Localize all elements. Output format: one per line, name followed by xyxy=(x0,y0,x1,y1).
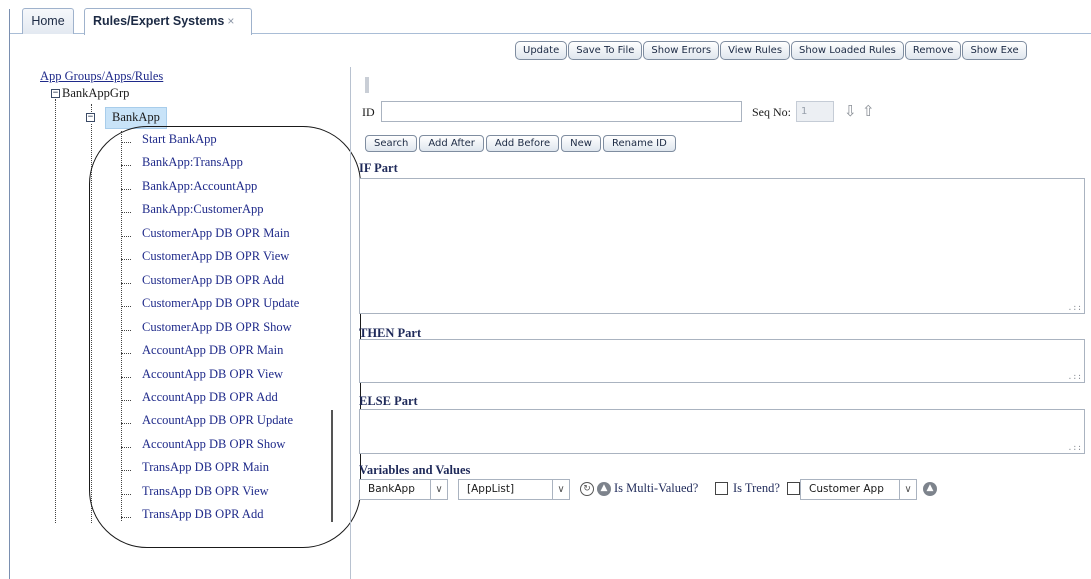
rule-actions: Search Add After Add Before New Rename ID xyxy=(365,133,678,152)
update-button[interactable]: Update xyxy=(515,41,568,60)
arrow-down-icon[interactable]: ⇩ xyxy=(844,104,857,119)
collapse-up-icon[interactable]: ▲ xyxy=(597,482,611,496)
tab-home-label: Home xyxy=(31,14,65,28)
else-part-textarea[interactable]: .:: xyxy=(359,409,1085,454)
variables-values-label: Variables and Values xyxy=(359,463,471,477)
tree-root-link[interactable]: App Groups/Apps/Rules xyxy=(40,69,163,84)
resize-grip-icon[interactable]: .:: xyxy=(1068,372,1082,381)
id-label: ID xyxy=(362,105,375,119)
collapse-up-icon[interactable]: ▲ xyxy=(923,482,937,496)
resize-grip-icon[interactable]: .:: xyxy=(1068,443,1082,452)
arrow-up-icon[interactable]: ⇧ xyxy=(862,104,875,119)
multi-valued-label: Is Multi-Valued? xyxy=(614,481,699,495)
then-part-textarea[interactable]: .:: xyxy=(359,339,1085,383)
show-exe-button[interactable]: Show Exe xyxy=(962,41,1027,60)
trend-checkbox[interactable] xyxy=(787,482,800,495)
tab-rules-expert-systems[interactable]: Rules/Expert Systems × xyxy=(84,8,252,35)
trend-label: Is Trend? xyxy=(733,481,780,495)
app-select-value: BankApp xyxy=(368,483,415,495)
search-button[interactable]: Search xyxy=(365,135,418,152)
tab-rules-label: Rules/Expert Systems xyxy=(93,14,225,28)
customer-app-select[interactable]: Customer App ∨ xyxy=(800,479,917,500)
list-select[interactable]: [AppList] ∨ xyxy=(458,479,570,500)
remove-button[interactable]: Remove xyxy=(904,41,962,60)
show-loaded-rules-button[interactable]: Show Loaded Rules xyxy=(791,41,904,60)
tree-guide-line xyxy=(55,99,56,523)
save-to-file-button[interactable]: Save To File xyxy=(568,41,643,60)
close-icon[interactable]: × xyxy=(227,14,234,28)
collapse-icon[interactable]: − xyxy=(51,89,60,98)
chevron-down-icon: ∨ xyxy=(430,480,447,499)
id-input[interactable] xyxy=(381,101,742,122)
customer-select-value: Customer App xyxy=(809,483,884,495)
seq-no-field: 1 xyxy=(796,101,834,122)
seq-no-label: Seq No: xyxy=(752,105,791,119)
tree-node-group[interactable]: BankAppGrp xyxy=(62,86,129,101)
new-button[interactable]: New xyxy=(561,135,601,152)
show-errors-button[interactable]: Show Errors xyxy=(643,41,720,60)
if-part-label: IF Part xyxy=(359,161,398,175)
add-after-button[interactable]: Add After xyxy=(419,135,484,152)
view-rules-button[interactable]: View Rules xyxy=(720,41,791,60)
tab-bar: Home Rules/Expert Systems × xyxy=(10,8,1091,35)
multi-valued-checkbox[interactable] xyxy=(715,482,728,495)
chevron-down-icon: ∨ xyxy=(899,480,916,499)
tab-home[interactable]: Home xyxy=(22,8,74,34)
annotation-outline xyxy=(89,126,361,548)
app-select[interactable]: BankApp ∨ xyxy=(359,479,448,500)
if-part-textarea[interactable]: .:: xyxy=(359,178,1085,314)
else-part-label: ELSE Part xyxy=(359,394,418,408)
rename-id-button[interactable]: Rename ID xyxy=(602,135,676,152)
collapse-icon[interactable]: − xyxy=(86,113,95,122)
add-before-button[interactable]: Add Before xyxy=(485,135,560,152)
refresh-icon[interactable]: ↻ xyxy=(580,482,594,496)
resize-grip-icon[interactable]: .:: xyxy=(1068,303,1082,312)
toolbar: Update Save To File Show Errors View Rules S… xyxy=(515,40,1028,60)
list-select-value: [AppList] xyxy=(467,483,515,495)
chevron-down-icon: ∨ xyxy=(552,480,569,499)
panel-grip[interactable] xyxy=(365,77,369,93)
